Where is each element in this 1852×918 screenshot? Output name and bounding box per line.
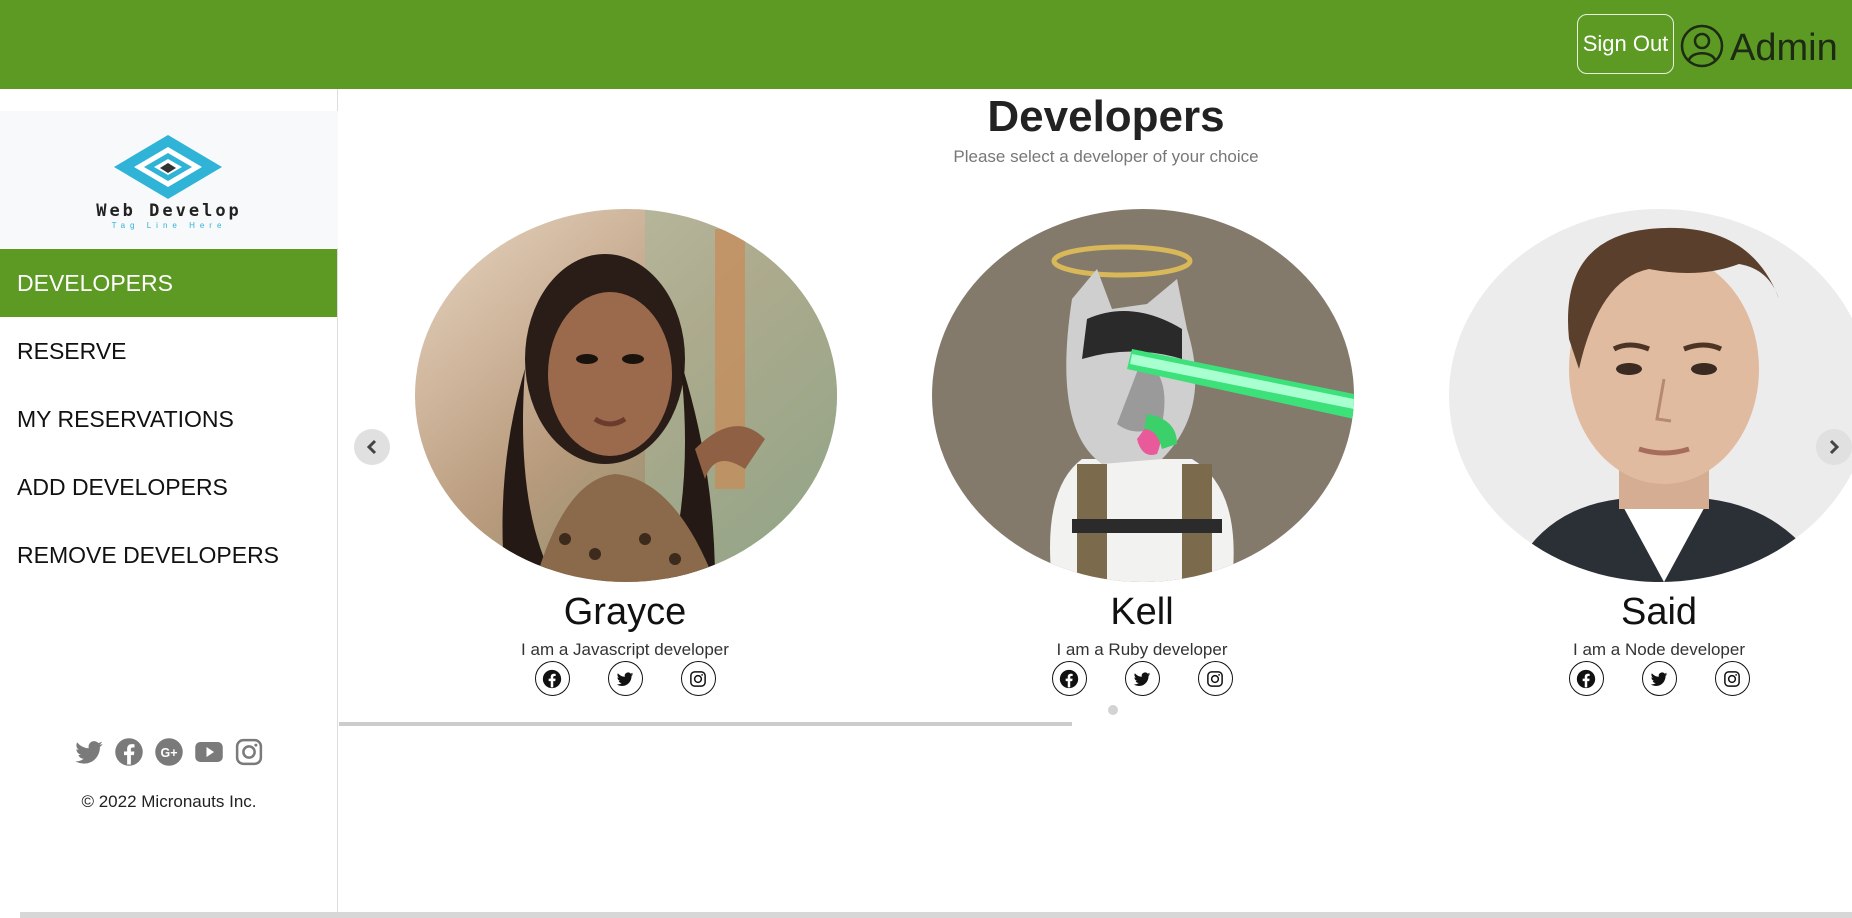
sidebar-item-reserve[interactable]: RESERVE (0, 317, 337, 385)
youtube-icon[interactable] (194, 737, 224, 767)
developer-role: I am a Ruby developer (1056, 640, 1228, 659)
sidebar-item-developers[interactable]: DEVELOPERS (0, 249, 337, 317)
developer-role: I am a Javascript developer (521, 640, 729, 659)
logo-name: Web Develop (96, 201, 242, 221)
instagram-icon[interactable] (1714, 661, 1750, 696)
twitter-icon[interactable] (74, 737, 104, 767)
sidebar-item-my-reservations[interactable]: MY RESERVATIONS (0, 385, 337, 453)
developer-photo[interactable] (932, 209, 1354, 582)
twitter-icon[interactable] (607, 661, 643, 696)
page-horizontal-scrollbar[interactable] (20, 912, 1852, 918)
developer-social-links (1429, 661, 1852, 696)
twitter-icon[interactable] (1641, 661, 1677, 696)
facebook-icon[interactable] (534, 661, 570, 696)
sign-out-button[interactable]: Sign Out (1577, 14, 1674, 74)
user-name[interactable]: Admin (1730, 26, 1838, 70)
developer-social-links (395, 661, 855, 696)
facebook-icon[interactable] (1051, 661, 1087, 696)
chevron-left-icon (366, 439, 377, 455)
developer-name: Grayce (563, 591, 687, 633)
facebook-icon[interactable] (1568, 661, 1604, 696)
user-avatar-icon[interactable] (1680, 24, 1724, 68)
main-content: Developers Please select a developer of … (339, 89, 1852, 918)
instagram-icon[interactable] (680, 661, 716, 696)
sidebar-social-links: G+ (74, 737, 264, 767)
page-title: Developers (987, 92, 1225, 141)
carousel-scrollbar[interactable] (339, 722, 1072, 726)
instagram-icon[interactable] (1197, 661, 1233, 696)
sidebar-item-add-developers[interactable]: ADD DEVELOPERS (0, 453, 337, 521)
sidebar-nav: DEVELOPERS RESERVE MY RESERVATIONS ADD D… (0, 249, 337, 589)
logo-tagline: Tag Line Here (111, 221, 227, 230)
sidebar-item-remove-developers[interactable]: REMOVE DEVELOPERS (0, 521, 337, 589)
developer-social-links (912, 661, 1372, 696)
carousel-prev-button[interactable] (354, 429, 390, 465)
facebook-icon[interactable] (114, 737, 144, 767)
top-header: Sign Out Admin (0, 0, 1852, 89)
page-subtitle: Please select a developer of your choice (953, 147, 1259, 166)
developer-photo[interactable] (415, 209, 837, 582)
logo[interactable]: Web Develop Tag Line Here (0, 111, 338, 248)
carousel-next-button[interactable] (1816, 429, 1852, 465)
logo-mark-icon (114, 135, 222, 199)
svg-text:G+: G+ (160, 746, 177, 760)
google-plus-icon[interactable]: G+ (154, 737, 184, 767)
instagram-icon[interactable] (234, 737, 264, 767)
twitter-icon[interactable] (1124, 661, 1160, 696)
developer-name: Kell (1110, 591, 1174, 633)
copyright-text: © 2022 Micronauts Inc. (81, 792, 257, 811)
developer-role: I am a Node developer (1573, 640, 1745, 659)
chevron-right-icon (1829, 439, 1840, 455)
developer-name: Said (1620, 591, 1698, 633)
developer-photo[interactable] (1449, 209, 1852, 582)
carousel-dot[interactable] (1108, 705, 1118, 715)
sidebar: Web Develop Tag Line Here DEVELOPERS RES… (0, 89, 338, 918)
